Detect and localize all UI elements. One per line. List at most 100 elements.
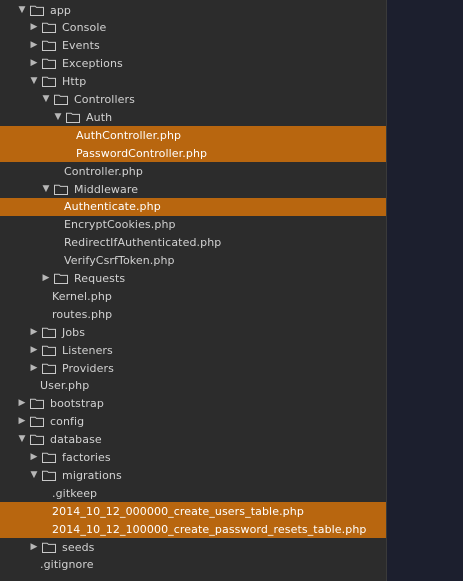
tree-item-label: 2014_10_12_000000_create_users_table.php (52, 504, 304, 518)
folder-icon (42, 40, 56, 52)
tree-file-item[interactable]: AuthController.php (0, 126, 386, 145)
tree-folder-item[interactable]: ▶ Console (0, 19, 386, 37)
triangle-right-icon[interactable]: ▶ (28, 22, 40, 34)
tree-item-label: User.php (40, 379, 90, 393)
tree-item-label: config (50, 415, 85, 429)
tree-item-label: Console (62, 21, 107, 35)
tree-item-label: .gitignore (40, 558, 94, 572)
tree-item-label: Http (62, 75, 87, 89)
triangle-right-icon[interactable]: ▶ (28, 541, 40, 553)
tree-item-label: .gitkeep (52, 486, 98, 500)
tree-item-label: RedirectIfAuthenticated.php (64, 236, 222, 250)
tree-item-label: database (50, 433, 102, 447)
tree-folder-item[interactable]: ▶ Events (0, 37, 386, 55)
tree-folder-item[interactable]: ▼ Http (0, 73, 386, 91)
tree-folder-item[interactable]: ▶ Requests (0, 270, 386, 288)
tree-folder-item[interactable]: ▶ Listeners (0, 341, 386, 359)
triangle-down-icon[interactable]: ▼ (40, 94, 52, 106)
tree-item-label: Authenticate.php (64, 200, 161, 214)
tree-item-label: PasswordController.php (76, 146, 208, 160)
tree-item-label: seeds (62, 540, 95, 554)
folder-icon (54, 184, 68, 195)
tree-item-label: app (50, 3, 72, 17)
tree-folder-item[interactable]: ▶ Providers (0, 359, 386, 377)
tree-folder-item[interactable]: ▶ seeds (0, 538, 386, 556)
tree-file-item[interactable]: Authenticate.php (0, 197, 386, 216)
tree-file-item[interactable]: User.php (0, 377, 386, 395)
tree-item-label: Kernel.php (52, 289, 112, 303)
triangle-right-icon[interactable]: ▶ (28, 58, 40, 70)
triangle-down-icon[interactable]: ▼ (28, 76, 40, 88)
folder-icon (42, 542, 56, 553)
tree-folder-item[interactable]: ▼ Middleware (0, 180, 386, 198)
folder-icon (42, 345, 56, 356)
triangle-right-icon[interactable]: ▶ (28, 344, 40, 356)
tree-folder-item[interactable]: ▼ Auth (0, 108, 386, 126)
tree-item-label: Jobs (62, 325, 86, 339)
tree-item-label: routes.php (52, 307, 113, 321)
tree-item-label: factories (62, 451, 111, 464)
tree-folder-item[interactable]: ▶ config (0, 413, 386, 431)
tree-item-label: Controller.php (64, 164, 143, 178)
tree-file-item[interactable]: 2014_10_12_000000_create_users_table.php (0, 502, 386, 521)
tree-folder-item[interactable]: ▼ Controllers (0, 91, 386, 109)
tree-file-item[interactable]: 2014_10_12_100000_create_password_resets… (0, 520, 386, 539)
file-tree-sidebar: ▼ app ▶ Console ▶ Events ▶ Exceptions ▼ Http ▼ Cont… (0, 0, 386, 581)
triangle-down-icon[interactable]: ▼ (52, 111, 64, 123)
triangle-down-icon[interactable]: ▼ (28, 469, 40, 481)
folder-icon (42, 452, 56, 463)
tree-folder-item[interactable]: ▶ factories (0, 449, 386, 467)
folder-icon (66, 112, 80, 123)
triangle-right-icon[interactable]: ▶ (16, 416, 28, 428)
triangle-right-icon[interactable]: ▶ (28, 326, 40, 338)
triangle-down-icon[interactable]: ▼ (40, 183, 52, 195)
triangle-right-icon[interactable]: ▶ (40, 273, 52, 285)
tree-item-label: Events (62, 39, 100, 53)
tree-item-label: migrations (62, 468, 122, 482)
tree-item-label: AuthController.php (76, 128, 182, 142)
folder-icon (42, 22, 56, 34)
tree-file-item[interactable]: routes.php (0, 305, 386, 323)
tree-file-item[interactable]: VerifyCsrfToken.php (0, 252, 386, 270)
tree-item-label: VerifyCsrfToken.php (64, 254, 175, 268)
folder-icon (30, 5, 44, 16)
tree-item-label: Listeners (62, 343, 113, 357)
tree-item-label: Controllers (74, 93, 135, 106)
tree-file-item[interactable]: .gitignore (0, 556, 386, 574)
folder-icon (30, 434, 44, 446)
triangle-down-icon[interactable]: ▼ (16, 4, 28, 16)
editor-pane[interactable] (386, 0, 463, 581)
tree-file-item[interactable]: Kernel.php (0, 287, 386, 305)
tree-file-item[interactable]: PasswordController.php (0, 144, 386, 163)
folder-icon (30, 416, 44, 428)
folder-icon (42, 327, 56, 338)
tree-item-label: 2014_10_12_100000_create_password_resets… (52, 522, 367, 536)
tree-folder-item[interactable]: ▶ Exceptions (0, 55, 386, 73)
tree-file-item[interactable]: Controller.php (0, 162, 386, 180)
tree-file-item[interactable]: EncryptCookies.php (0, 216, 386, 234)
tree-folder-item[interactable]: ▼ app (0, 1, 386, 19)
tree-file-item[interactable]: RedirectIfAuthenticated.php (0, 234, 386, 252)
tree-item-label: EncryptCookies.php (64, 218, 176, 232)
triangle-right-icon[interactable]: ▶ (28, 40, 40, 52)
tree-folder-item[interactable]: ▶ bootstrap (0, 395, 386, 413)
triangle-right-icon[interactable]: ▶ (28, 452, 40, 464)
folder-icon (42, 58, 56, 70)
tree-item-label: Providers (62, 361, 114, 375)
tree-item-label: Middleware (74, 182, 139, 196)
triangle-down-icon[interactable]: ▼ (16, 434, 28, 446)
tree-folder-item[interactable]: ▼ migrations (0, 466, 386, 484)
folder-icon (30, 398, 44, 410)
tree-folder-item[interactable]: ▼ database (0, 431, 386, 449)
folder-icon (54, 273, 68, 284)
tree-file-item[interactable]: .gitkeep (0, 484, 386, 502)
folder-icon (42, 76, 56, 88)
tree-item-label: Auth (86, 110, 113, 124)
folder-icon (42, 363, 56, 374)
tree-item-label: Exceptions (62, 57, 123, 71)
folder-icon (42, 470, 56, 481)
triangle-right-icon[interactable]: ▶ (16, 398, 28, 410)
folder-icon (54, 94, 68, 105)
tree-folder-item[interactable]: ▶ Jobs (0, 323, 386, 341)
triangle-right-icon[interactable]: ▶ (28, 362, 40, 374)
